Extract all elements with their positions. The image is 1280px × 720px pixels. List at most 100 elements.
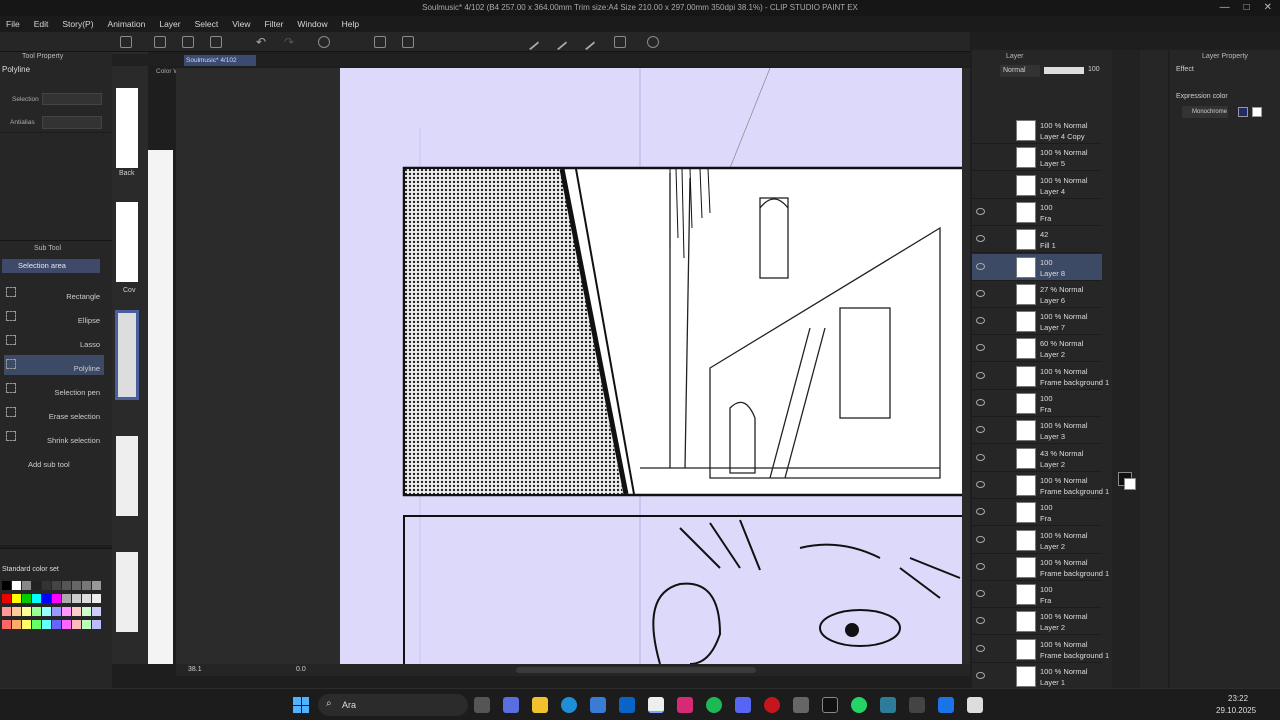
maximize-icon[interactable]: □: [1244, 2, 1250, 13]
redo-icon[interactable]: ↷: [284, 35, 294, 49]
open-icon[interactable]: [182, 36, 194, 48]
clip-studio-icon[interactable]: [648, 697, 664, 713]
minimize-icon[interactable]: —: [1220, 2, 1230, 13]
windows-start-icon[interactable]: [293, 697, 309, 713]
visibility-eye-icon[interactable]: [976, 235, 985, 243]
color-swatch[interactable]: [52, 607, 61, 616]
notepad-icon[interactable]: [880, 697, 896, 713]
color-swatch[interactable]: [62, 581, 71, 590]
color-swatch[interactable]: [92, 594, 101, 603]
color-swatch[interactable]: [92, 607, 101, 616]
task-view-icon[interactable]: [474, 697, 490, 713]
layer-row[interactable]: 100 Fra: [972, 390, 1102, 417]
page-thumb[interactable]: [116, 436, 138, 516]
document-tab[interactable]: Soulmusic* 4/102: [184, 55, 256, 66]
help-icon[interactable]: [647, 36, 659, 48]
menu-item-select[interactable]: Select: [195, 19, 219, 29]
sub-tool-item[interactable]: Shrink selection: [4, 427, 104, 447]
color-swatch[interactable]: [82, 581, 91, 590]
layer-row[interactable]: 100 Fra: [972, 499, 1102, 527]
color-swatch[interactable]: [32, 581, 41, 590]
sub-tool-group[interactable]: Selection area: [2, 259, 100, 273]
visibility-eye-icon[interactable]: [976, 480, 985, 488]
sub-tool-item[interactable]: Rectangle: [4, 283, 104, 303]
clock-time[interactable]: 23:22: [1228, 694, 1248, 703]
opera-icon[interactable]: [764, 697, 780, 713]
outlook-icon[interactable]: [619, 697, 635, 713]
color-swatch[interactable]: [12, 607, 21, 616]
sub-tool-item[interactable]: Erase selection: [4, 403, 104, 423]
menu-item-window[interactable]: Window: [297, 19, 327, 29]
color-swatch[interactable]: [32, 620, 41, 629]
visibility-eye-icon[interactable]: [976, 617, 985, 625]
store-icon[interactable]: [590, 697, 606, 713]
color-swatch[interactable]: [22, 620, 31, 629]
menu-item-edit[interactable]: Edit: [34, 19, 49, 29]
settings-icon[interactable]: [793, 697, 809, 713]
color-swatch[interactable]: [72, 594, 81, 603]
color-swatch[interactable]: [22, 581, 31, 590]
layer-row[interactable]: 100 % Normal Layer 2: [972, 608, 1102, 636]
clock-date[interactable]: 29.10.2025: [1216, 706, 1256, 715]
color-swatch[interactable]: [72, 581, 81, 590]
layer-row[interactable]: 100 % Normal Frame background 1: [972, 362, 1109, 390]
layer-row[interactable]: 100 Fra: [972, 581, 1102, 609]
color-swatch[interactable]: [52, 620, 61, 629]
menu-item-layer[interactable]: Layer: [159, 19, 180, 29]
menu-item-file[interactable]: File: [6, 19, 20, 29]
layer-row[interactable]: 100 % Normal Layer 2: [972, 526, 1102, 554]
color-swatch[interactable]: [42, 607, 51, 616]
visibility-eye-icon[interactable]: [976, 344, 985, 352]
brush-icon[interactable]: [550, 33, 568, 51]
sub-tool-item[interactable]: Lasso: [4, 331, 104, 351]
layer-row[interactable]: 100 % Normal Layer 1: [972, 663, 1102, 690]
layer-row[interactable]: 100 Layer 8: [972, 253, 1102, 281]
crop-icon[interactable]: [402, 36, 414, 48]
layer-icon[interactable]: [614, 36, 626, 48]
sub-tool-item[interactable]: Polyline: [4, 355, 104, 375]
new-icon[interactable]: [120, 36, 132, 48]
file-explorer-icon[interactable]: [532, 697, 548, 713]
color-swatch[interactable]: [42, 594, 51, 603]
sub-tool-item[interactable]: Ellipse: [4, 307, 104, 327]
window-controls[interactable]: — □ ✕: [1220, 2, 1272, 13]
opacity-slider[interactable]: [1044, 67, 1084, 74]
instagram-icon[interactable]: [677, 697, 693, 713]
expression-color-select[interactable]: Monochrome: [1182, 106, 1228, 118]
visibility-eye-icon[interactable]: [976, 262, 985, 270]
menu-item-animation[interactable]: Animation: [108, 19, 146, 29]
visibility-eye-icon[interactable]: [976, 562, 985, 570]
color-swatch[interactable]: [72, 607, 81, 616]
layer-tab[interactable]: Layer: [1006, 53, 1024, 60]
visibility-eye-icon[interactable]: [976, 399, 985, 406]
canvas-page[interactable]: [340, 68, 962, 664]
blend-mode-select[interactable]: Normal: [1000, 65, 1040, 77]
layer-row[interactable]: 27 % Normal Layer 6: [972, 280, 1102, 308]
layer-row[interactable]: 100 % Normal Frame background 1: [972, 553, 1109, 581]
sub-tool-tab[interactable]: Sub Tool: [34, 245, 61, 252]
discord-icon[interactable]: [735, 697, 751, 713]
app-icon[interactable]: [909, 697, 925, 713]
color-swatch[interactable]: [32, 607, 41, 616]
sub-color-swatch[interactable]: [1124, 478, 1136, 490]
spotify-icon[interactable]: [706, 697, 722, 713]
color-swatch[interactable]: [62, 607, 71, 616]
layer-row[interactable]: 100 Fra: [972, 198, 1102, 226]
layer-row[interactable]: 100 % Normal Layer 3: [972, 417, 1102, 445]
color-swatch[interactable]: [62, 594, 71, 603]
color-swatch[interactable]: [82, 620, 91, 629]
color-swatch[interactable]: [72, 620, 81, 629]
page-thumb[interactable]: [116, 88, 138, 168]
layer-row[interactable]: 100 % Normal Layer 4: [972, 171, 1102, 199]
opacity-value[interactable]: 100: [1088, 66, 1100, 73]
visibility-eye-icon[interactable]: [976, 590, 985, 598]
save-icon[interactable]: [210, 36, 222, 48]
color-black-swatch[interactable]: [1238, 107, 1248, 117]
settings-icon[interactable]: [318, 36, 330, 48]
color-swatch[interactable]: [22, 594, 31, 603]
color-white-swatch[interactable]: [1252, 107, 1262, 117]
color-swatch[interactable]: [32, 594, 41, 603]
canvas-horizontal-scrollbar[interactable]: [516, 667, 756, 673]
color-swatch[interactable]: [92, 620, 101, 629]
layer-property-tab[interactable]: Layer Property: [1202, 53, 1248, 60]
